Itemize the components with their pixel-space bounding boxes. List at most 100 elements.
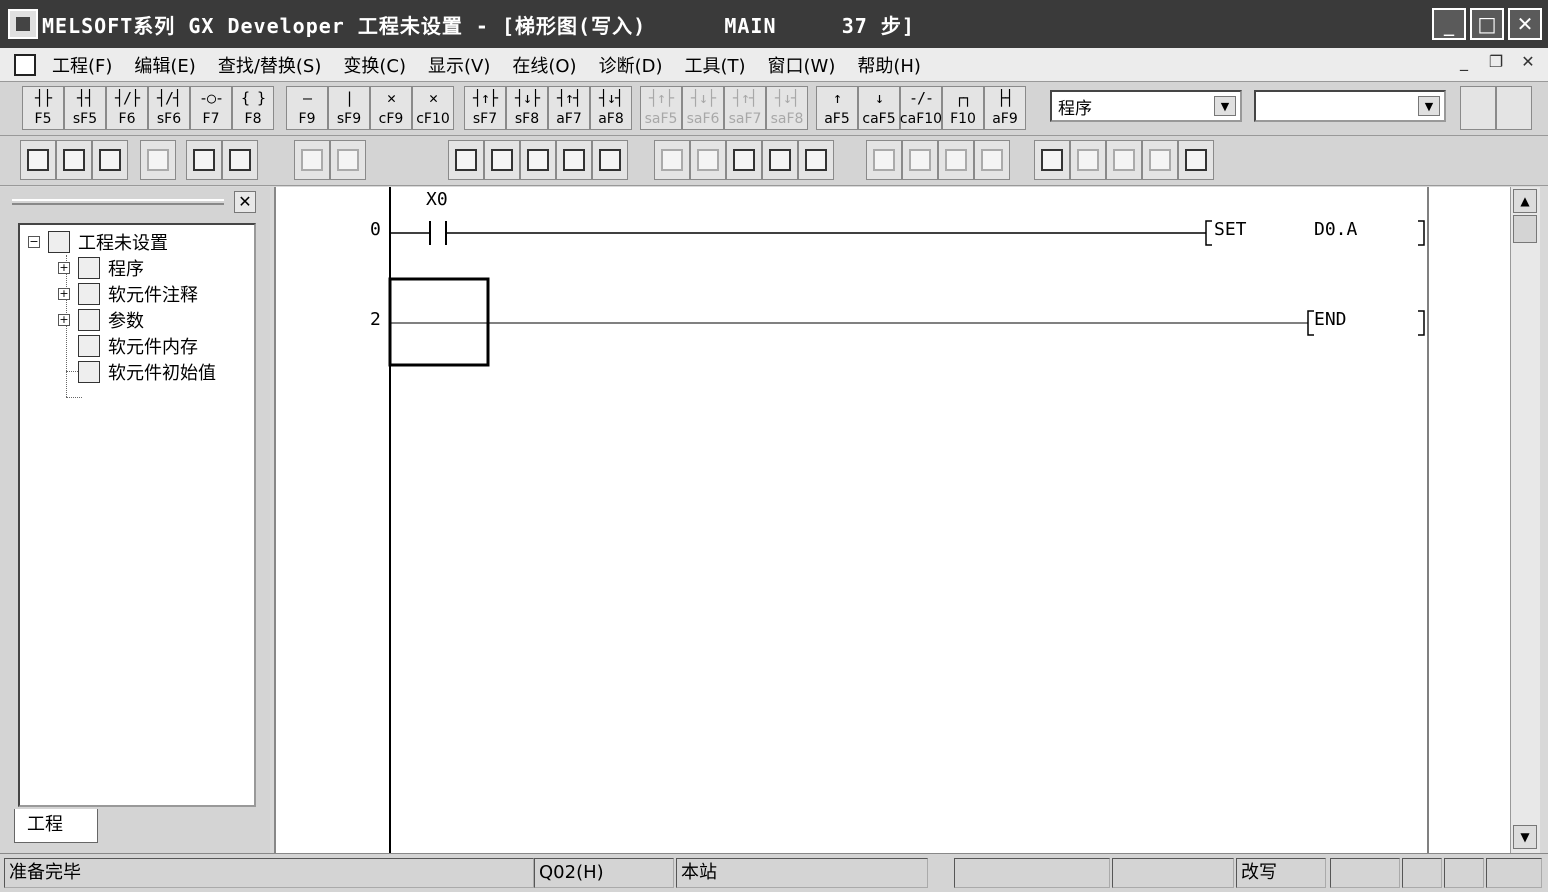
scroll-thumb[interactable]	[1513, 215, 1537, 243]
delete-vertical-line-button[interactable]: ✕ cF10	[412, 86, 454, 130]
mdi-minimize-button[interactable]: _	[1454, 52, 1474, 74]
status-empty-3	[1330, 858, 1400, 888]
zoom-out-button[interactable]	[222, 140, 258, 180]
step-down-button[interactable]	[902, 140, 938, 180]
delete-horizontal-line-button[interactable]: ✕ cF9	[370, 86, 412, 130]
device-list-button[interactable]	[448, 140, 484, 180]
vertical-scrollbar[interactable]: ▲ ▼	[1510, 187, 1540, 853]
scroll-up-icon[interactable]: ▲	[1513, 189, 1537, 213]
chevron-down-icon[interactable]: ▼	[1418, 96, 1440, 116]
collapse-icon[interactable]: −	[28, 236, 40, 248]
monitor-write-button[interactable]	[690, 140, 726, 180]
invert-button[interactable]: -/- caF10	[900, 86, 942, 130]
sort-button[interactable]	[1070, 140, 1106, 180]
parallel-pulse-neg-falling-button[interactable]: ┤↓┤ saF8	[766, 86, 808, 130]
plc-read-button[interactable]	[294, 140, 330, 180]
no-contact-button[interactable]: ┤├ F5	[22, 86, 64, 130]
coil-button[interactable]: -○- F7	[190, 86, 232, 130]
operation-rising-button[interactable]: ↑ aF5	[816, 86, 858, 130]
ladder-editor[interactable]: 0 X0 SET D0.A 2 END	[274, 187, 1510, 853]
instruction-button[interactable]: { } F8	[232, 86, 274, 130]
tree-toggle-button[interactable]	[1496, 86, 1532, 130]
sort-up-button[interactable]	[1106, 140, 1142, 180]
tree-node-device-init[interactable]: 软元件初始值	[78, 359, 216, 385]
device-monitor-button[interactable]	[798, 140, 834, 180]
operation-falling-button[interactable]: ↓ caF5	[858, 86, 900, 130]
vertical-line-button[interactable]: | sF9	[328, 86, 370, 130]
scroll-down-icon[interactable]: ▼	[1513, 825, 1537, 849]
delete-button[interactable]	[974, 140, 1010, 180]
menu-help[interactable]: 帮助(H)	[857, 52, 921, 78]
parallel-falling-pulse-button[interactable]: ┤↓┤ aF8	[590, 86, 632, 130]
monitor-mode-button[interactable]	[654, 140, 690, 180]
plc-write-icon	[337, 149, 359, 171]
redo-button[interactable]	[140, 140, 176, 180]
sort-down-button[interactable]	[1142, 140, 1178, 180]
mdi-close-button[interactable]: ✕	[1518, 52, 1538, 74]
resize-grip[interactable]	[1486, 858, 1542, 888]
nc-contact-button[interactable]: ┤/├ F6	[106, 86, 148, 130]
ladder-button[interactable]	[484, 140, 520, 180]
key-label: saF8	[770, 111, 804, 127]
tree-node-parameter[interactable]: + 参数	[58, 307, 144, 333]
write-mode-button[interactable]	[592, 140, 628, 180]
menu-find-replace[interactable]: 查找/替换(S)	[218, 52, 322, 78]
convert-button[interactable]	[726, 140, 762, 180]
tree-node-root[interactable]: − 工程未设置	[28, 229, 168, 255]
menu-window[interactable]: 窗口(W)	[768, 52, 836, 78]
step-up-button[interactable]	[866, 140, 902, 180]
pulse-icon: ┤↑┤	[732, 89, 758, 107]
menu-edit[interactable]: 编辑(E)	[134, 52, 195, 78]
tab-project[interactable]: 工程	[14, 809, 98, 843]
project-icon	[48, 231, 70, 253]
pulse-neg-falling-button[interactable]: ┤↓├ saF6	[682, 86, 724, 130]
read-mode-button[interactable]	[556, 140, 592, 180]
save-button[interactable]	[92, 140, 128, 180]
delete-line-button[interactable]: ├┤ aF9	[984, 86, 1026, 130]
falling-pulse-button[interactable]: ┤↓├ sF8	[506, 86, 548, 130]
menu-convert[interactable]: 变换(C)	[343, 52, 406, 78]
clipboard-button[interactable]	[1460, 86, 1496, 130]
open-button[interactable]	[56, 140, 92, 180]
chevron-down-icon[interactable]: ▼	[1214, 96, 1236, 116]
tree-node-program[interactable]: + 程序	[58, 255, 144, 281]
batch-convert-button[interactable]	[762, 140, 798, 180]
menu-tools[interactable]: 工具(T)	[684, 52, 745, 78]
zoom-in-button[interactable]	[186, 140, 222, 180]
menu-project[interactable]: 工程(F)	[52, 52, 112, 78]
tree-node-device-memory[interactable]: 软元件内存	[78, 333, 198, 359]
ladder-write-button[interactable]	[520, 140, 556, 180]
parallel-rising-pulse-button[interactable]: ┤↑┤ aF7	[548, 86, 590, 130]
menu-view[interactable]: 显示(V)	[428, 52, 490, 78]
rising-pulse-button[interactable]: ┤↑├ sF7	[464, 86, 506, 130]
close-button[interactable]: ✕	[1508, 8, 1542, 40]
plc-write-button[interactable]	[330, 140, 366, 180]
parallel-pulse-neg-button[interactable]: ┤↑┤ saF7	[724, 86, 766, 130]
parallel-no-contact-button[interactable]: ┤┤ sF5	[64, 86, 106, 130]
program-select[interactable]: 程序 ▼	[1050, 90, 1242, 122]
app-icon[interactable]	[8, 9, 38, 39]
draw-line-button[interactable]: ┌┐ F10	[942, 86, 984, 130]
horizontal-line-button[interactable]: — F9	[286, 86, 328, 130]
document-icon[interactable]	[14, 53, 36, 76]
key-label: sF9	[336, 111, 362, 127]
diagnostics-button[interactable]	[1034, 140, 1070, 180]
expand-icon[interactable]: +	[58, 288, 70, 300]
secondary-select[interactable]: ▼	[1254, 90, 1446, 122]
new-button[interactable]	[20, 140, 56, 180]
mdi-restore-button[interactable]: ❐	[1486, 52, 1506, 74]
expand-icon[interactable]: +	[58, 314, 70, 326]
expand-icon[interactable]: +	[58, 262, 70, 274]
tree-node-device-comment[interactable]: + 软元件注释	[58, 281, 198, 307]
parallel-nc-contact-button[interactable]: ┤/┤ sF6	[148, 86, 190, 130]
minimize-button[interactable]: _	[1432, 8, 1466, 40]
screen-button[interactable]	[1178, 140, 1214, 180]
maximize-button[interactable]: □	[1470, 8, 1504, 40]
tree-node-label: 软元件注释	[108, 285, 198, 306]
insert-button[interactable]	[938, 140, 974, 180]
panel-close-icon[interactable]: ✕	[234, 191, 256, 213]
pulse-neg-button[interactable]: ┤↑├ saF5	[640, 86, 682, 130]
menu-online[interactable]: 在线(O)	[512, 52, 576, 78]
menu-diagnostics[interactable]: 诊断(D)	[599, 52, 663, 78]
panel-grip[interactable]	[12, 199, 224, 205]
